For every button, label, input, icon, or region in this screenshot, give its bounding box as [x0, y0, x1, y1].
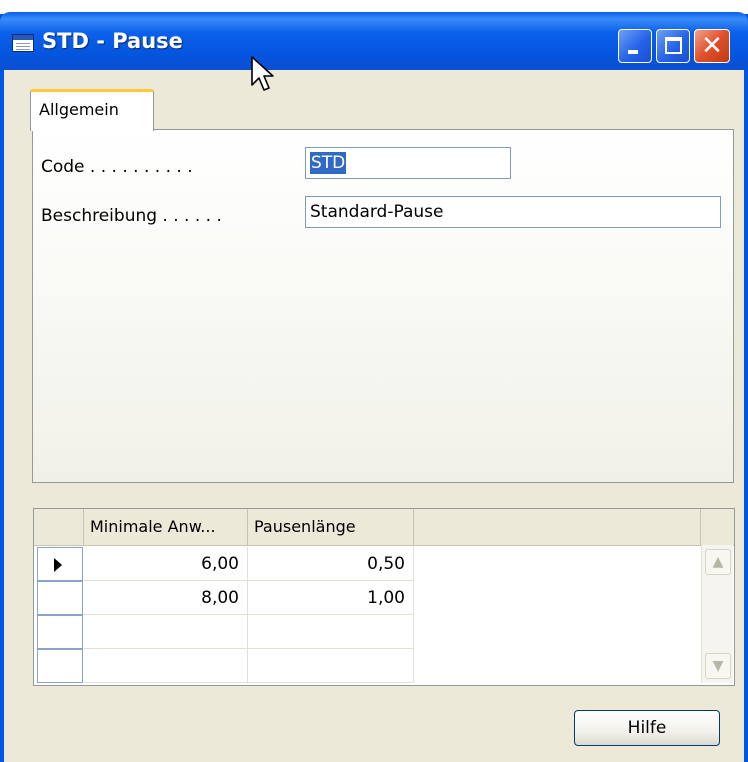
table-header: Minimale Anw... Pausenlänge — [34, 509, 734, 546]
minimize-icon — [628, 50, 638, 54]
vertical-scrollbar[interactable]: ▲ ▼ — [701, 545, 733, 683]
tab-allgemein[interactable]: Allgemein — [30, 89, 154, 131]
maximize-icon — [665, 37, 682, 54]
table-cell-min-anwesenheit[interactable]: 8,00 — [84, 581, 248, 615]
title-bar[interactable]: STD - Pause ✕ — [0, 12, 748, 70]
maximize-button[interactable] — [656, 29, 690, 63]
general-panel: Code . . . . . . . . . . STD Beschreibun… — [32, 129, 734, 483]
row-selector[interactable] — [37, 581, 83, 615]
form-icon — [12, 34, 34, 52]
help-button[interactable]: Hilfe — [574, 710, 720, 746]
minimize-button[interactable] — [618, 29, 652, 63]
beschreibung-field[interactable]: Standard-Pause — [305, 196, 721, 228]
table-cell-pausenlaenge[interactable] — [248, 615, 414, 649]
close-icon: ✕ — [701, 31, 723, 61]
row-selector[interactable] — [37, 615, 83, 649]
table-cell-min-anwesenheit[interactable]: 6,00 — [84, 547, 248, 581]
mouse-cursor-icon — [251, 56, 274, 91]
scroll-down-icon[interactable]: ▼ — [705, 653, 731, 679]
scroll-up-icon[interactable]: ▲ — [705, 549, 731, 575]
column-header-empty — [414, 509, 701, 545]
tab-label: Allgemein — [39, 100, 119, 119]
table-cell-pausenlaenge[interactable]: 0,50 — [248, 547, 414, 581]
row-selector[interactable] — [37, 649, 83, 683]
column-header-pausenlaenge[interactable]: Pausenlänge — [248, 509, 414, 545]
table-cell-min-anwesenheit[interactable] — [84, 649, 248, 683]
code-field[interactable]: STD — [305, 147, 511, 179]
window-title: STD - Pause — [42, 29, 183, 53]
beschreibung-label: Beschreibung . . . . . . — [41, 206, 222, 226]
row-selector[interactable] — [37, 547, 83, 581]
table-cell-min-anwesenheit[interactable] — [84, 615, 248, 649]
pause-table: Minimale Anw... Pausenlänge 6,00 0,50 8,… — [33, 508, 735, 686]
code-label: Code . . . . . . . . . . — [41, 157, 193, 177]
row-selector-header — [34, 509, 84, 545]
table-cell-pausenlaenge[interactable]: 1,00 — [248, 581, 414, 615]
code-value: STD — [310, 152, 347, 174]
close-button[interactable]: ✕ — [694, 29, 730, 63]
current-row-icon — [54, 558, 62, 572]
column-header-min-anwesenheit[interactable]: Minimale Anw... — [84, 509, 248, 545]
table-cell-pausenlaenge[interactable] — [248, 649, 414, 683]
